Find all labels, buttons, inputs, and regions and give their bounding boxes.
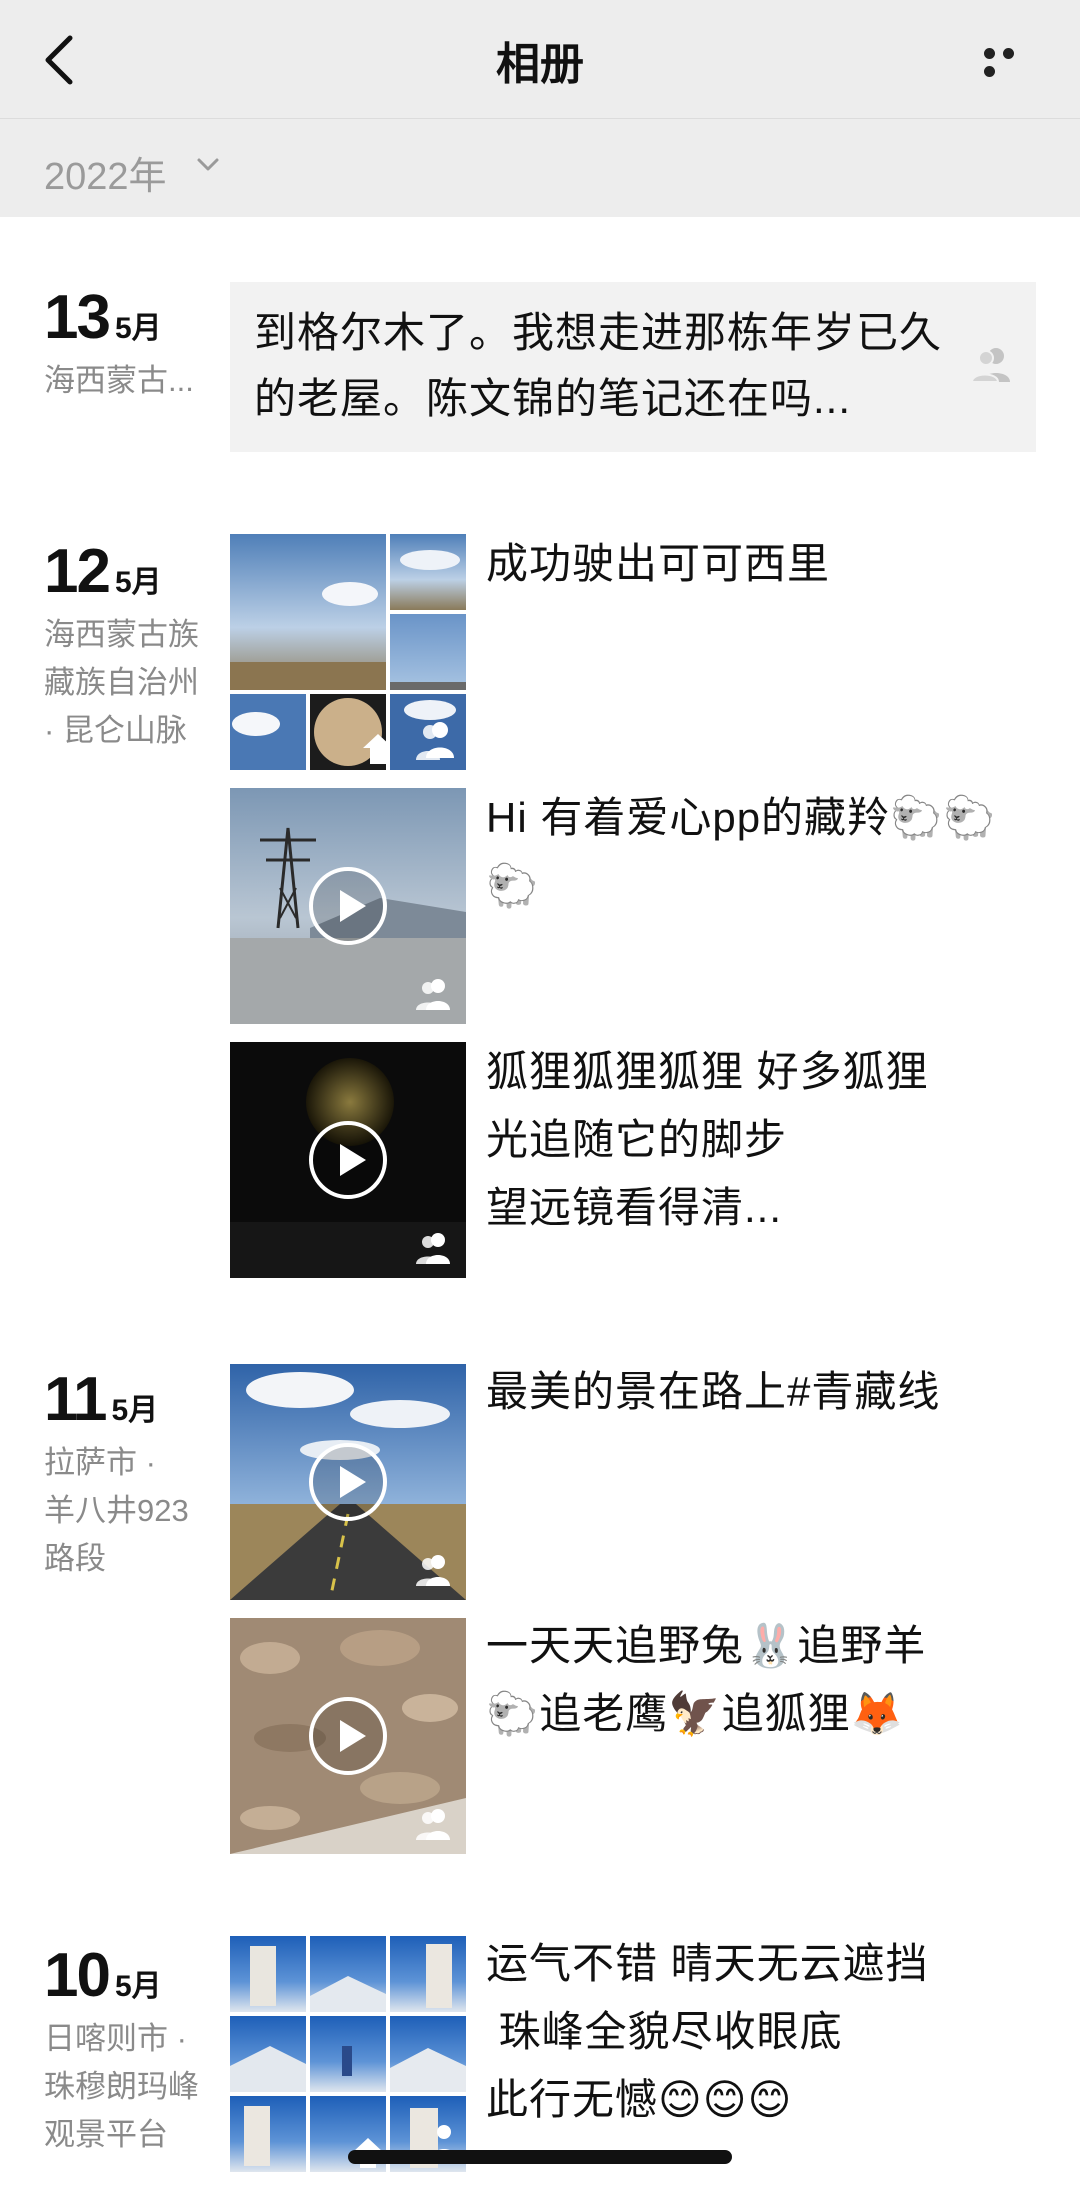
date-group-11: 11 5月 拉萨市 · 羊八井923 路段 — [44, 1364, 214, 1583]
post-text-line: 珠峰全貌尽收眼底 — [486, 2008, 843, 2055]
day-location: 拉萨市 · 羊八井923 路段 — [44, 1445, 189, 1576]
day-location: 日喀则市 · 珠穆朗玛峰 观景平台 — [44, 2021, 199, 2152]
photo-grid-thumbnail[interactable] — [230, 534, 466, 770]
date-group-10: 10 5月 日喀则市 · 珠穆朗玛峰 观景平台 — [44, 1940, 214, 2159]
chevron-down-icon[interactable] — [196, 156, 220, 172]
post-text-line: 狐狸狐狸狐狸 好多狐狸 — [486, 1048, 929, 1095]
friends-visibility-icon — [416, 1555, 450, 1586]
play-icon — [309, 1121, 387, 1199]
post-text-line: 望远镜看得清... — [486, 1184, 783, 1231]
day-number: 10 — [44, 1941, 111, 2010]
day-month: 5月 — [114, 566, 162, 599]
year-selector[interactable]: 2022年 — [44, 145, 167, 200]
day-month: 5月 — [111, 1394, 159, 1427]
post-text: 到格尔木了。我想走进那栋年岁已久的老屋。陈文锦的笔记还在吗... — [254, 309, 943, 422]
play-icon — [309, 1443, 387, 1521]
friends-visibility-icon — [416, 1809, 450, 1840]
post-text[interactable]: 运气不错 晴天无云遮挡 珠峰全貌尽收眼底 此行无憾😊😊😊 — [486, 1930, 1046, 2134]
day-number: 13 — [44, 283, 111, 352]
post-text[interactable]: 最美的景在路上#青藏线 — [486, 1358, 1046, 1426]
day-number: 11 — [44, 1365, 108, 1434]
post-text-line: 此行无憾😊😊😊 — [486, 2076, 793, 2123]
text-post[interactable]: 到格尔木了。我想走进那栋年岁已久的老屋。陈文锦的笔记还在吗... — [230, 282, 1036, 452]
post-text[interactable]: 成功驶出可可西里 — [486, 530, 1046, 598]
navigation-bar: 相册 — [0, 0, 1080, 119]
friends-visibility-icon — [970, 348, 1010, 383]
day-location: 海西蒙古... — [44, 363, 194, 398]
day-month: 5月 — [114, 1970, 162, 2003]
video-thumbnail[interactable] — [230, 788, 466, 1024]
post-text-line: 运气不错 晴天无云遮挡 — [486, 1940, 929, 1987]
video-thumbnail[interactable] — [230, 1042, 466, 1278]
page-title: 相册 — [496, 40, 584, 89]
date-group-12: 12 5月 海西蒙古族 藏族自治州 · 昆仑山脉 — [44, 536, 214, 755]
post-text-line: 🐑追老鹰🦅追狐狸🦊 — [486, 1690, 904, 1737]
day-number: 12 — [44, 537, 111, 606]
video-thumbnail[interactable] — [230, 1364, 466, 1600]
video-thumbnail[interactable] — [230, 1618, 466, 1854]
play-icon — [309, 867, 387, 945]
date-group-13: 13 5月 海西蒙古... — [44, 282, 214, 405]
friends-visibility-icon — [416, 979, 450, 1010]
post-text[interactable]: Hi 有着爱心pp的藏羚🐑🐑🐑 — [486, 784, 1046, 920]
home-indicator[interactable] — [348, 2150, 732, 2164]
post-text-line: 一天天追野兔🐰追野羊 — [486, 1622, 927, 1669]
more-options-icon[interactable] — [984, 46, 1040, 77]
day-month: 5月 — [114, 312, 162, 345]
post-text[interactable]: 狐狸狐狸狐狸 好多狐狸 光追随它的脚步 望远镜看得清... — [486, 1038, 1046, 1242]
friends-visibility-icon — [416, 1233, 450, 1264]
day-location: 海西蒙古族 藏族自治州 · 昆仑山脉 — [44, 617, 199, 748]
post-text-line: 光追随它的脚步 — [486, 1116, 788, 1163]
play-icon — [309, 1697, 387, 1775]
photo-grid-thumbnail[interactable] — [230, 1936, 466, 2172]
year-selector-bar: 2022年 — [0, 119, 1080, 217]
post-text[interactable]: 一天天追野兔🐰追野羊 🐑追老鹰🦅追狐狸🦊 — [486, 1612, 1046, 1748]
